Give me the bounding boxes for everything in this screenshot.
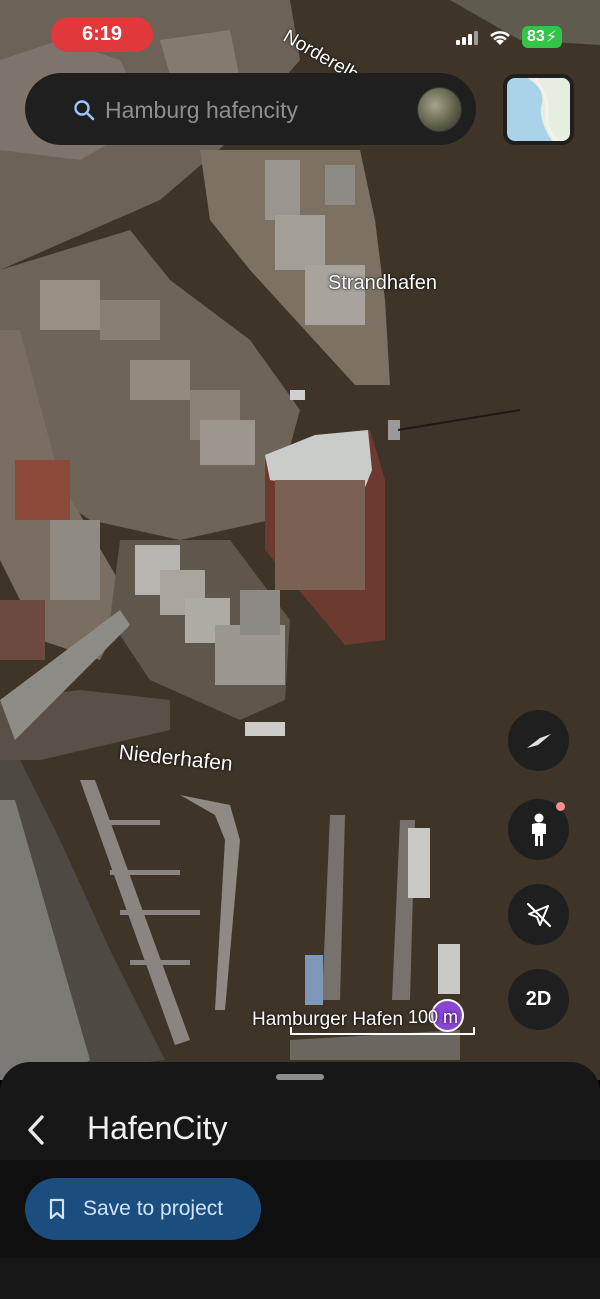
- back-button[interactable]: [16, 1108, 56, 1152]
- sheet-drag-handle[interactable]: [276, 1074, 324, 1080]
- bottom-sheet[interactable]: HafenCity Save to project: [0, 1062, 600, 1299]
- compass-button[interactable]: [508, 710, 569, 771]
- save-to-project-label: Save to project: [83, 1197, 224, 1220]
- search-input[interactable]: Hamburg hafencity: [105, 97, 298, 124]
- street-view-button[interactable]: [508, 799, 569, 860]
- pegman-icon: [531, 813, 546, 846]
- view-mode-2d-button[interactable]: 2D: [508, 969, 569, 1030]
- signal-icon: [455, 29, 478, 45]
- status-icons: 83 ⚡: [455, 26, 562, 48]
- layers-button[interactable]: [503, 74, 574, 145]
- compass-icon: [526, 733, 551, 748]
- map-label-strandhafen[interactable]: Strandhafen: [328, 272, 437, 295]
- search-icon[interactable]: [73, 99, 95, 121]
- scale-bar: 100 m: [290, 1005, 475, 1035]
- search-bar[interactable]: Hamburg hafencity: [25, 73, 476, 145]
- battery-level: 83: [526, 28, 545, 45]
- bookmark-icon: [49, 1198, 65, 1220]
- sheet-actions: Save to project: [0, 1160, 600, 1258]
- charging-bolt-icon: ⚡: [545, 29, 557, 46]
- scale-line: [290, 1027, 475, 1035]
- notification-dot: [556, 802, 565, 811]
- location-off-button[interactable]: [508, 884, 569, 945]
- place-title: HafenCity: [87, 1110, 228, 1146]
- scale-label: 100 m: [408, 1007, 459, 1027]
- back-chevron-icon: [28, 1115, 44, 1145]
- wifi-icon: [490, 31, 510, 45]
- avatar[interactable]: [417, 87, 462, 132]
- layers-icon: [507, 78, 570, 141]
- save-to-project-button[interactable]: Save to project: [25, 1178, 261, 1240]
- battery-charging-icon: 83 ⚡: [521, 26, 562, 48]
- status-time: 6:19: [51, 17, 153, 52]
- location-off-icon: [526, 902, 551, 927]
